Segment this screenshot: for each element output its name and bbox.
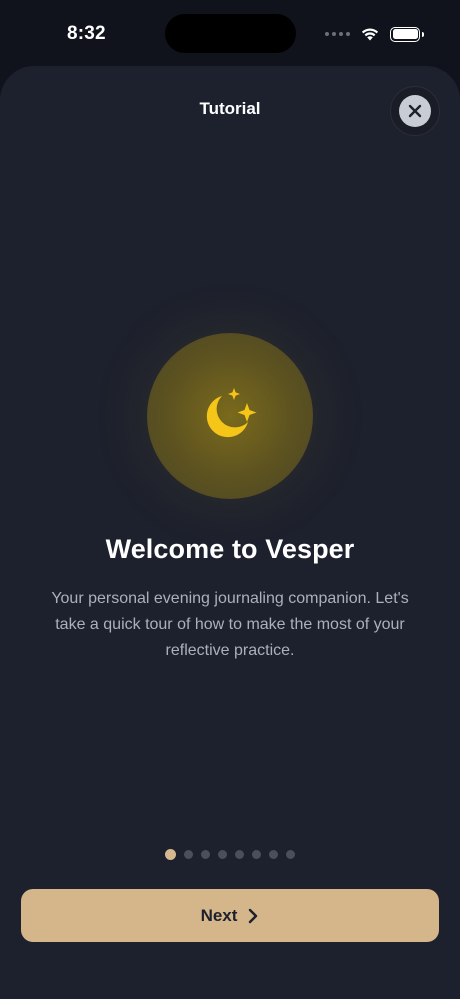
- wifi-icon: [361, 28, 379, 40]
- cellular-signal-icon: [325, 32, 350, 36]
- status-time: 8:32: [67, 23, 106, 44]
- status-icons: [325, 24, 424, 44]
- page-dot-4[interactable]: [218, 850, 227, 859]
- close-icon: [399, 95, 431, 127]
- chevron-right-icon: [249, 908, 258, 923]
- moon-stars-icon: [206, 388, 257, 438]
- hero-illustration: [147, 333, 313, 499]
- page-dot-7[interactable]: [269, 850, 278, 859]
- close-button[interactable]: [390, 86, 440, 136]
- next-button[interactable]: Next: [21, 889, 439, 942]
- page-dot-6[interactable]: [252, 850, 261, 859]
- dynamic-island: [165, 14, 296, 53]
- page-dot-8[interactable]: [286, 850, 295, 859]
- screen: 8:32 Tutorial Welcome to Vesper Your per…: [0, 0, 460, 999]
- page-dot-1[interactable]: [165, 849, 176, 860]
- tutorial-sheet: Tutorial Welcome to Vesper Your personal…: [0, 66, 460, 999]
- page-dot-2[interactable]: [184, 850, 193, 859]
- page-dot-5[interactable]: [235, 850, 244, 859]
- next-button-label: Next: [200, 905, 238, 925]
- welcome-subtitle: Your personal evening journaling compani…: [51, 590, 409, 659]
- welcome-heading: Welcome to Vesper: [105, 534, 355, 564]
- status-bar: 8:32: [0, 0, 460, 66]
- page-indicator: [0, 849, 460, 860]
- battery-icon: [390, 26, 424, 42]
- page-dot-3[interactable]: [201, 850, 210, 859]
